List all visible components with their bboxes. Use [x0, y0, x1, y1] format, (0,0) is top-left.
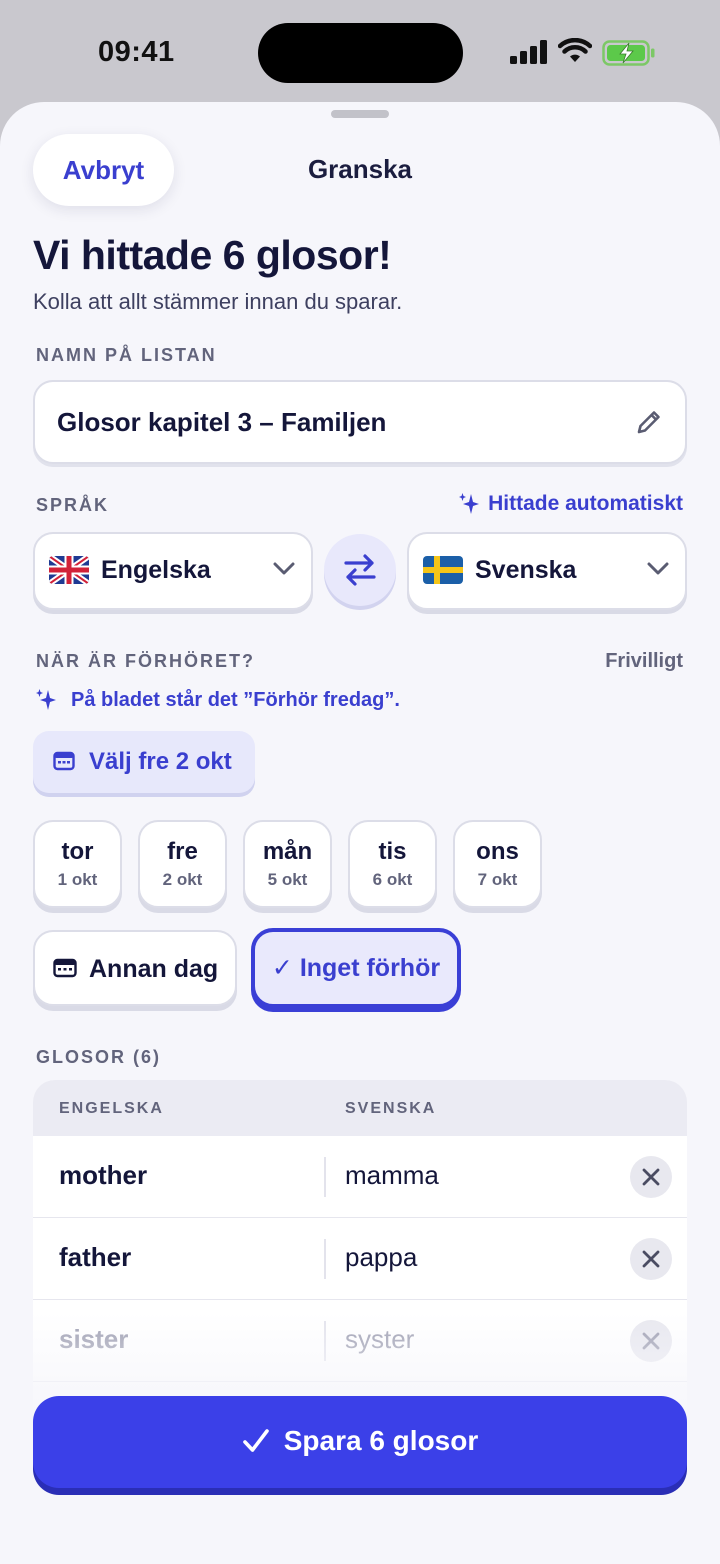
suggested-date-label: Välj fre 2 okt: [89, 748, 232, 775]
chevron-down-icon: [273, 562, 295, 575]
target-word[interactable]: pappa: [345, 1242, 417, 1273]
auto-detect-link[interactable]: Hittade automatiskt: [458, 492, 683, 516]
day-chip-date: 6 okt: [372, 870, 413, 889]
uk-flag-icon: [49, 556, 89, 584]
calendar-icon: [53, 751, 75, 771]
pencil-icon[interactable]: [635, 408, 663, 436]
calendar-icon: [53, 958, 77, 978]
target-word[interactable]: mamma: [345, 1160, 439, 1191]
day-chip[interactable]: ons 7 okt: [453, 820, 542, 908]
cellular-signal-icon: [510, 40, 547, 64]
day-chip[interactable]: tor 1 okt: [33, 820, 122, 908]
review-sheet: Avbryt Granska Vi hittade 6 glosor! Koll…: [0, 102, 720, 1564]
date-hint-text: På bladet står det ”Förhör fredag”.: [71, 688, 400, 711]
day-chip-weekday: fre: [167, 838, 198, 865]
status-bar: 09:41: [0, 0, 720, 104]
target-language-name: Svenska: [475, 556, 577, 584]
source-language-name: Engelska: [101, 556, 211, 584]
optional-label: Frivilligt: [605, 650, 683, 672]
save-button[interactable]: Spara 6 glosor: [33, 1396, 687, 1488]
sparkle-icon: [459, 493, 480, 514]
suggested-date-button[interactable]: Välj fre 2 okt: [33, 731, 255, 793]
swap-arrows-icon: [344, 554, 376, 586]
no-test-button[interactable]: ✓ Inget förhör: [251, 928, 461, 1008]
close-icon: [642, 1168, 660, 1186]
status-time: 09:41: [98, 36, 175, 68]
language-label: SPRÅK: [36, 495, 110, 515]
close-icon: [642, 1250, 660, 1268]
save-button-label: Spara 6 glosor: [283, 1425, 479, 1456]
date-hint: På bladet står det ”Förhör fredag”.: [35, 688, 400, 712]
wifi-icon: [558, 38, 592, 62]
list-name-field[interactable]: Glosor kapitel 3 – Familjen: [33, 380, 687, 464]
table-header: ENGELSKA SVENSKA: [33, 1080, 687, 1136]
headline: Vi hittade 6 glosor!: [33, 232, 392, 278]
sweden-flag-icon: [423, 556, 463, 584]
page-title: Granska: [307, 154, 413, 184]
swap-languages-button[interactable]: [324, 534, 396, 606]
sparkle-icon: [36, 689, 56, 710]
day-chip[interactable]: fre 2 okt: [138, 820, 227, 908]
test-date-label: NÄR ÄR FÖRHÖRET?: [36, 651, 255, 671]
day-chip-weekday: tor: [61, 838, 94, 865]
subheadline: Kolla att allt stämmer innan du sparar.: [33, 289, 403, 314]
list-name-value[interactable]: Glosor kapitel 3 – Familjen: [57, 407, 386, 438]
column-header-source: ENGELSKA: [59, 1100, 164, 1117]
table-row: mother mamma: [33, 1136, 687, 1218]
day-chip-weekday: mån: [262, 838, 313, 865]
day-chip-date: 5 okt: [267, 870, 308, 889]
delete-row-button[interactable]: [630, 1156, 672, 1198]
other-day-label: Annan dag: [89, 955, 219, 983]
day-chip-date: 2 okt: [162, 870, 203, 889]
save-button-content: Spara 6 glosor: [33, 1425, 687, 1457]
source-language-select[interactable]: Engelska: [33, 532, 313, 610]
day-chip-weekday: tis: [378, 838, 407, 865]
column-divider: [324, 1157, 326, 1197]
list-name-label: NAMN PÅ LISTAN: [36, 345, 217, 365]
auto-detect-label: Hittade automatiskt: [488, 492, 683, 515]
column-divider: [324, 1239, 326, 1279]
chevron-down-icon: [647, 562, 669, 575]
day-chip[interactable]: tis 6 okt: [348, 820, 437, 908]
day-chip-date: 1 okt: [57, 870, 98, 889]
table-row: father pappa: [33, 1218, 687, 1300]
day-chip[interactable]: mån 5 okt: [243, 820, 332, 908]
day-chip-date: 7 okt: [477, 870, 518, 889]
battery-charging-icon: [602, 40, 655, 66]
checkmark-icon: [242, 1429, 269, 1452]
sheet-grabber[interactable]: [331, 110, 389, 118]
other-day-button[interactable]: Annan dag: [33, 930, 237, 1006]
words-label: GLOSOR (6): [36, 1047, 162, 1067]
dynamic-island: [258, 23, 463, 83]
source-word[interactable]: mother: [59, 1160, 147, 1191]
column-header-target: SVENSKA: [345, 1100, 437, 1117]
source-word[interactable]: father: [59, 1242, 131, 1273]
delete-row-button[interactable]: [630, 1238, 672, 1280]
day-chip-weekday: ons: [476, 838, 519, 865]
target-language-select[interactable]: Svenska: [407, 532, 687, 610]
